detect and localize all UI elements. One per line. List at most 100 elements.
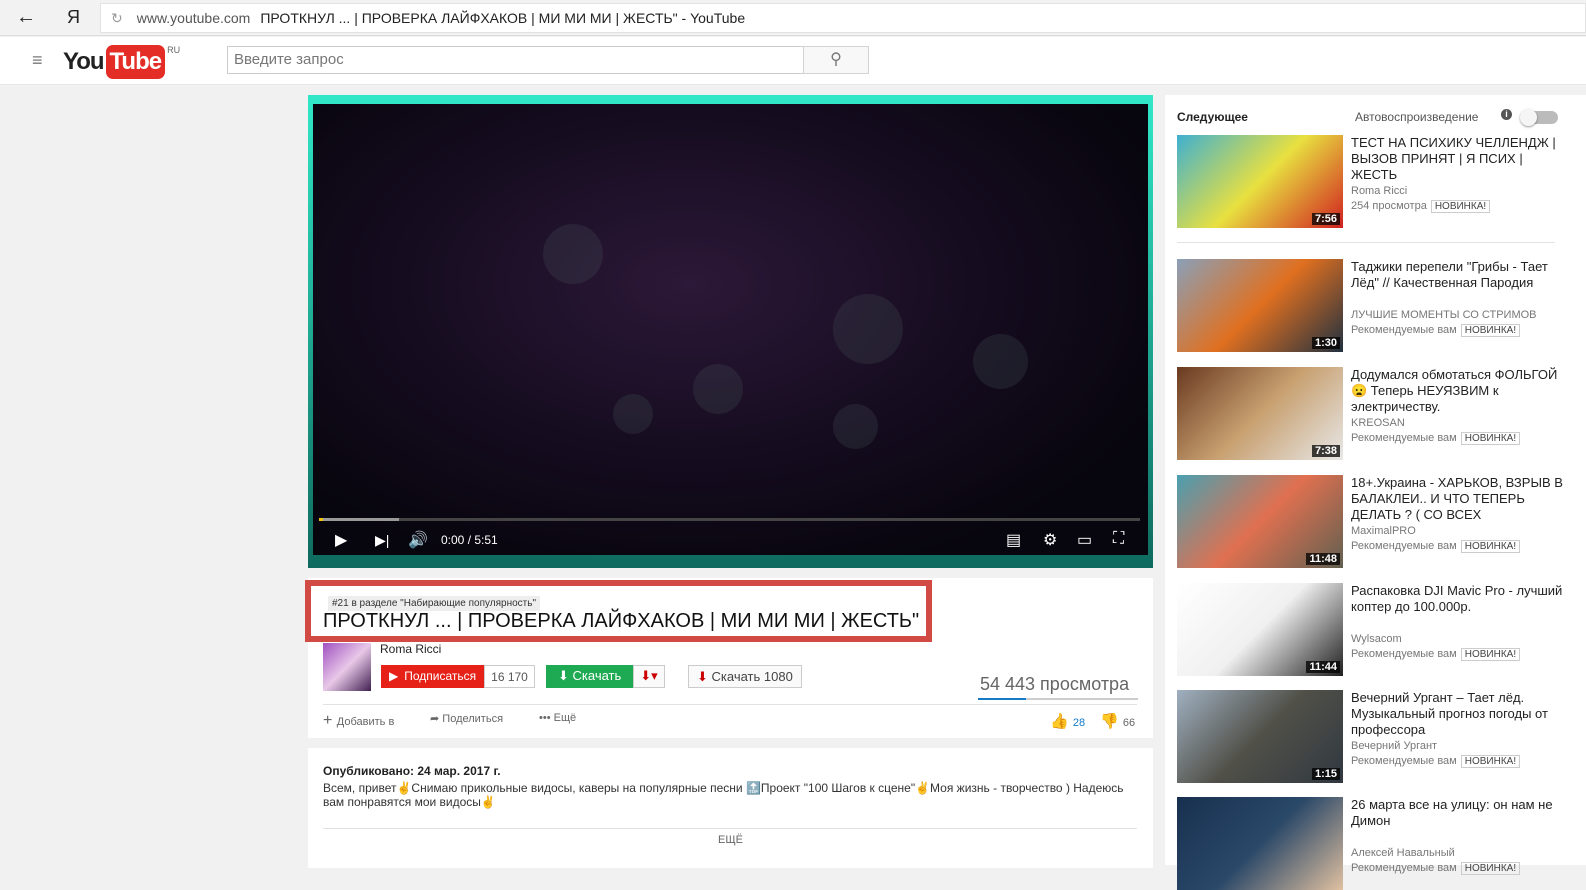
new-badge: НОВИНКА! (1430, 200, 1491, 213)
youtube-logo[interactable]: You Tube RU (63, 45, 180, 79)
new-badge: НОВИНКА! (1460, 432, 1521, 445)
browser-toolbar: ← Я ↻ www.youtube.com ПРОТКНУЛ ... | ПРОВЕ… (0, 0, 1586, 36)
video-title[interactable]: Таджики перепели "Грибы - Тает Лёд" // К… (1351, 259, 1571, 291)
reload-icon[interactable]: ↻ (111, 10, 123, 26)
fullscreen-icon[interactable]: ⛶ (1113, 530, 1124, 548)
recommended-video[interactable]: 1:15 Вечерний Ургант – Тает лёд. Музыкал… (1177, 690, 1577, 783)
trending-rank-badge[interactable]: #21 в разделе "Набирающие популярность" (328, 596, 540, 611)
recommended-video[interactable]: 11:48 18+.Украина - ХАРЬКОВ, ВЗРЫВ В БАЛ… (1177, 475, 1577, 568)
video-title[interactable]: Вечерний Ургант – Тает лёд. Музыкальный … (1351, 690, 1571, 738)
recommended-video[interactable]: 7:56 ТЕСТ НА ПСИХИКУ ЧЕЛЛЕНДЖ | ВЫЗОВ ПР… (1177, 135, 1577, 228)
channel-name: Wylsacom (1351, 633, 1402, 645)
recommended-video[interactable]: 26 марта все на улицу: он нам не Димон А… (1177, 797, 1577, 890)
add-to-button[interactable]: + Добавить в (323, 712, 394, 730)
search-icon: ⚲ (830, 51, 842, 68)
download-button[interactable]: ⬇ Скачать ⬇▾ (546, 665, 665, 688)
time-display: 0:00 / 5:51 (441, 533, 498, 547)
dislike-count: 66 (1122, 717, 1136, 729)
search-input[interactable]: Введите запрос (227, 46, 804, 74)
search-button[interactable]: ⚲ (803, 46, 869, 74)
bokeh (833, 404, 878, 449)
video-thumbnail[interactable]: 1:15 (1177, 690, 1343, 783)
share-button[interactable]: ➦ Поделиться (430, 712, 503, 725)
download-dropdown-icon[interactable]: ⬇▾ (633, 665, 665, 688)
video-subtext: Рекомендуемые вам (1351, 540, 1457, 552)
subscriber-count: 16 170 (484, 665, 535, 688)
video-subtext: Рекомендуемые вам (1351, 324, 1457, 336)
up-next-heading: Следующее (1177, 110, 1248, 124)
video-title: ПРОТКНУЛ ... | ПРОВЕРКА ЛАЙФХАКОВ | МИ М… (323, 610, 920, 632)
more-actions-button[interactable]: ••• Ещё (539, 712, 576, 724)
autoplay-toggle[interactable] (1520, 109, 1558, 126)
thumbs-down-icon: 👎 (1100, 713, 1123, 730)
dislike-button[interactable]: 👎 66 (1100, 712, 1135, 730)
bokeh (543, 224, 603, 284)
youtube-play-icon: ▶ (389, 669, 399, 683)
highlighted-title-box: #21 в разделе "Набирающие популярность" … (305, 580, 932, 642)
video-thumbnail[interactable]: 1:30 (1177, 259, 1343, 352)
recommended-video[interactable]: 1:30 Таджики перепели "Грибы - Тает Лёд"… (1177, 259, 1577, 352)
show-more-button[interactable]: ЕЩЁ (308, 834, 1153, 846)
divider (323, 704, 1137, 705)
channel-name: Вечерний Ургант (1351, 740, 1438, 752)
settings-hd-icon[interactable]: ⚙ (1043, 530, 1057, 550)
recommended-video[interactable]: 7:38 Додумался обмотаться ФОЛЬГОЙ 😦 Тепе… (1177, 367, 1577, 460)
back-arrow-icon[interactable]: ← (16, 6, 36, 29)
video-duration: 1:30 (1311, 337, 1340, 349)
next-icon[interactable]: ▶| (375, 532, 389, 549)
new-badge: НОВИНКА! (1460, 324, 1521, 337)
progress-bar[interactable] (319, 518, 1140, 521)
video-thumbnail[interactable]: 11:48 (1177, 475, 1343, 568)
video-frame[interactable]: ▶ ▶| 🔊 0:00 / 5:51 ▤ ⚙ ▭ ⛶ (313, 104, 1148, 555)
buffered-bar (319, 518, 399, 521)
video-thumbnail[interactable]: 7:38 (1177, 367, 1343, 460)
channel-name: KREOSAN (1351, 417, 1405, 429)
hamburger-menu-icon[interactable]: ≡ (32, 50, 43, 71)
address-bar[interactable]: ↻ www.youtube.com ПРОТКНУЛ ... | ПРОВЕРКА … (100, 3, 1586, 33)
page-title: ПРОТКНУЛ ... | ПРОВЕРКА ЛАЙФХАКОВ | МИ М… (260, 10, 746, 26)
volume-icon[interactable]: 🔊 (408, 530, 428, 550)
recommended-video[interactable]: 11:44 Распаковка DJI Mavic Pro - лучший … (1177, 583, 1577, 676)
info-icon[interactable]: i (1501, 109, 1512, 120)
subscribe-button[interactable]: ▶ Подписаться 16 170 (381, 665, 535, 688)
description-box: Опубликовано: 24 мар. 2017 г. Всем, прив… (308, 748, 1153, 868)
divider (323, 828, 1137, 829)
theater-mode-icon[interactable]: ▭ (1077, 530, 1092, 550)
thumbs-up-icon: 👍 (1050, 713, 1073, 730)
address-domain: www.youtube.com (136, 10, 251, 26)
channel-name: Алексей Навальный (1351, 847, 1455, 859)
more-dots-icon: ••• (539, 712, 554, 724)
played-bar (319, 518, 323, 521)
bokeh (973, 334, 1028, 389)
yandex-logo[interactable]: Я (67, 7, 80, 28)
player-controls: ▶ ▶| 🔊 0:00 / 5:51 ▤ ⚙ ▭ ⛶ (313, 525, 1148, 555)
video-title[interactable]: Додумался обмотаться ФОЛЬГОЙ 😦 Теперь НЕ… (1351, 367, 1571, 415)
like-button[interactable]: 👍 28 (1050, 712, 1085, 730)
video-subtext: Рекомендуемые вам (1351, 648, 1457, 660)
video-duration: 11:44 (1306, 661, 1340, 673)
video-player[interactable]: ▶ ▶| 🔊 0:00 / 5:51 ▤ ⚙ ▭ ⛶ (308, 95, 1153, 568)
logo-you: You (63, 48, 105, 75)
download-1080-button[interactable]: ⬇ Скачать 1080 (688, 665, 802, 688)
video-thumbnail[interactable] (1177, 797, 1343, 890)
logo-region: RU (167, 45, 181, 55)
video-title[interactable]: ТЕСТ НА ПСИХИКУ ЧЕЛЛЕНДЖ | ВЫЗОВ ПРИНЯТ … (1351, 135, 1571, 183)
view-count: 54 443 просмотра (980, 674, 1130, 694)
download-icon: ⬇ (697, 669, 712, 684)
video-thumbnail[interactable]: 11:44 (1177, 583, 1343, 676)
video-title[interactable]: 26 марта все на улицу: он нам не Димон (1351, 797, 1571, 829)
like-count: 28 (1072, 717, 1086, 729)
new-badge: НОВИНКА! (1460, 862, 1521, 875)
description-text: Всем, привет✌Снимаю прикольные видосы, к… (323, 781, 1124, 809)
channel-avatar[interactable] (323, 643, 371, 691)
video-subtext: 254 просмотра (1351, 200, 1427, 212)
like-ratio-bar (978, 698, 1138, 700)
play-icon[interactable]: ▶ (335, 530, 347, 550)
video-title[interactable]: Распаковка DJI Mavic Pro - лучший коптер… (1351, 583, 1571, 615)
subtitles-icon[interactable]: ▤ (1006, 530, 1021, 550)
video-thumbnail[interactable]: 7:56 (1177, 135, 1343, 228)
channel-name[interactable]: Roma Ricci (380, 642, 441, 656)
video-title[interactable]: 18+.Украина - ХАРЬКОВ, ВЗРЫВ В БАЛАКЛЕИ.… (1351, 475, 1571, 523)
download-label: Скачать (572, 668, 622, 683)
download-1080-label: Скачать 1080 (711, 669, 793, 684)
